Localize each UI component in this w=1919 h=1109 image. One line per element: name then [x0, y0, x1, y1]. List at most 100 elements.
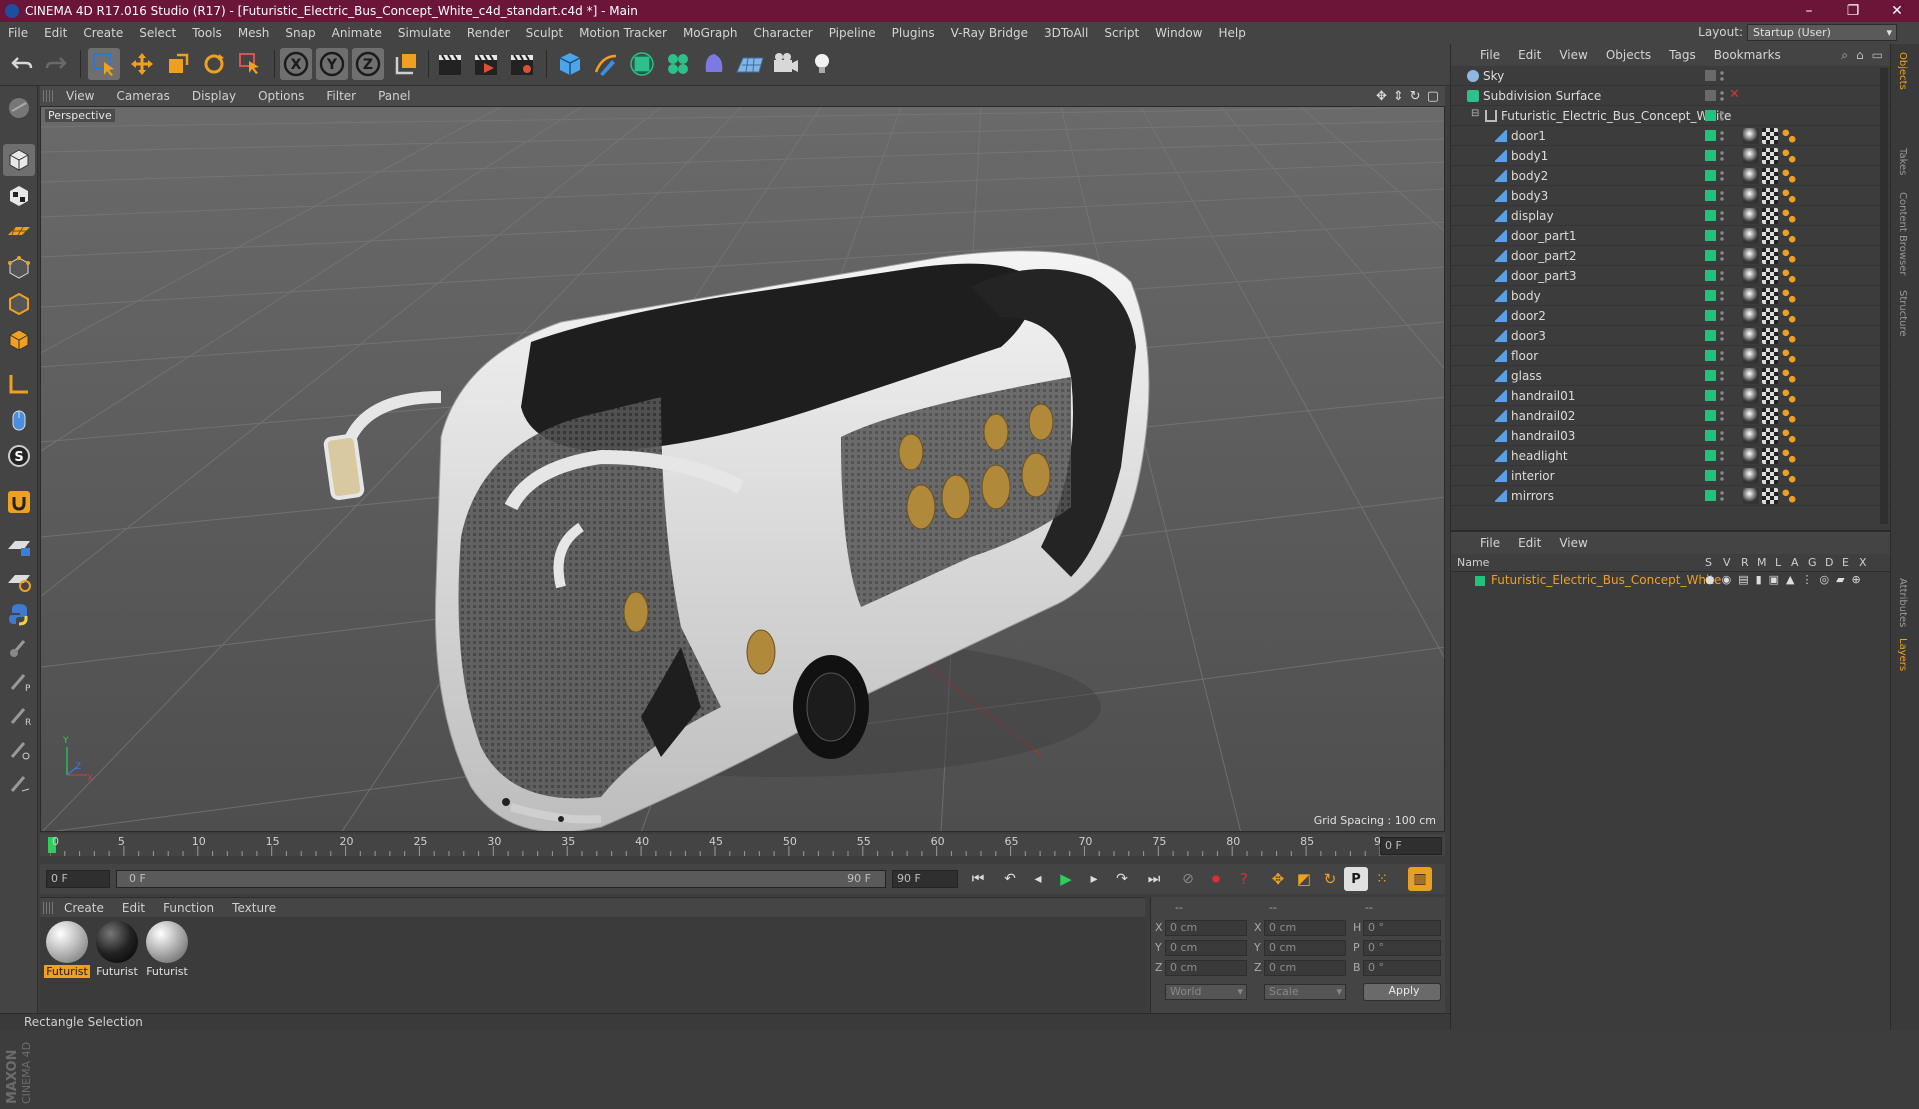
texture-tag-icon[interactable] [1762, 388, 1778, 404]
lock-workplane-button[interactable] [3, 530, 35, 562]
material-tag-icon[interactable] [1743, 288, 1759, 304]
object-list-scrollbar[interactable] [1880, 68, 1888, 524]
deformer-button[interactable] [698, 48, 730, 80]
next-key-button[interactable]: ↷ [1110, 867, 1134, 891]
previous-frame-button[interactable]: ◂ [1026, 867, 1050, 891]
object-menu-edit[interactable]: Edit [1509, 48, 1550, 62]
texture-tag-icon[interactable] [1762, 228, 1778, 244]
phong-tag-icon[interactable] [1781, 288, 1797, 304]
texture-tag-icon[interactable] [1762, 488, 1778, 504]
phong-tag-icon[interactable] [1781, 308, 1797, 324]
menu-window[interactable]: Window [1147, 26, 1210, 40]
phong-tag-icon[interactable] [1781, 448, 1797, 464]
menu-mesh[interactable]: Mesh [230, 26, 278, 40]
editor-render-dots[interactable] [1720, 69, 1724, 83]
object-row[interactable]: ⊟ Futuristic_Electric_Bus_Concept_White [1451, 106, 1891, 126]
current-frame-field[interactable]: 0 F [1380, 837, 1442, 855]
material-tag-icon[interactable] [1743, 188, 1759, 204]
phong-tag-icon[interactable] [1781, 228, 1797, 244]
autokeying-button[interactable]: ⏺ [1204, 867, 1228, 891]
material-tag-icon[interactable] [1743, 388, 1759, 404]
phong-tag-icon[interactable] [1781, 248, 1797, 264]
texture-tag-icon[interactable] [1762, 148, 1778, 164]
3d-viewport[interactable]: Y Z X Perspective Grid Spacing : 100 cm [40, 106, 1445, 832]
layer-toggle-icons[interactable]: ●◉▤▮▣▲⋮◎▰⊕ [1705, 573, 1868, 586]
object-row[interactable]: door3 [1451, 326, 1891, 346]
texture-tag-icon[interactable] [1762, 348, 1778, 364]
position-track-button[interactable]: ✥ [1266, 867, 1290, 891]
material-tag-icon[interactable] [1743, 248, 1759, 264]
menu-file[interactable]: File [0, 26, 36, 40]
menu-simulate[interactable]: Simulate [390, 26, 459, 40]
object-row[interactable]: door_part2 [1451, 246, 1891, 266]
visibility-toggle[interactable] [1705, 290, 1716, 301]
window-menu-icon[interactable]: ▭ [1868, 48, 1891, 62]
sculpt-smooth-button[interactable]: R [3, 700, 35, 732]
phong-tag-icon[interactable] [1781, 348, 1797, 364]
editor-render-dots[interactable] [1720, 189, 1724, 203]
editor-render-dots[interactable] [1720, 329, 1724, 343]
go-to-end-button[interactable]: ⏭ [1142, 867, 1166, 891]
menu-pipeline[interactable]: Pipeline [821, 26, 884, 40]
viewport-move-icon[interactable]: ✥ [1373, 89, 1390, 104]
viewport-menu-cameras[interactable]: Cameras [105, 89, 180, 103]
editor-render-dots[interactable] [1720, 129, 1724, 143]
phong-tag-icon[interactable] [1781, 468, 1797, 484]
close-button[interactable]: ✕ [1875, 3, 1919, 19]
editor-render-dots[interactable] [1720, 429, 1724, 443]
phong-tag-icon[interactable] [1781, 328, 1797, 344]
viewport-menu-filter[interactable]: Filter [315, 89, 367, 103]
sculpt-pull-button[interactable]: P [3, 666, 35, 698]
viewport-rotate-icon[interactable]: ↻ [1407, 89, 1424, 104]
object-row[interactable]: headlight [1451, 446, 1891, 466]
texture-tag-icon[interactable] [1762, 248, 1778, 264]
timeline-ruler[interactable]: 051015202530354045505560657075808590 0 F [40, 834, 1445, 856]
rotate-tool-button[interactable] [198, 48, 230, 80]
texture-tag-icon[interactable] [1762, 268, 1778, 284]
visibility-toggle[interactable] [1705, 170, 1716, 181]
point-level-button[interactable]: ⁙ [1370, 867, 1394, 891]
texture-tag-icon[interactable] [1762, 408, 1778, 424]
maximize-button[interactable]: ❐ [1831, 3, 1875, 19]
editor-render-dots[interactable] [1720, 409, 1724, 423]
texture-tag-icon[interactable] [1762, 448, 1778, 464]
material-swatch[interactable]: Futurist [144, 919, 190, 979]
coordinate-system-button[interactable] [390, 48, 422, 80]
editor-render-dots[interactable] [1720, 289, 1724, 303]
object-menu-tags[interactable]: Tags [1660, 48, 1705, 62]
home-icon[interactable]: ⌂ [1852, 48, 1868, 62]
move-tool-button[interactable] [126, 48, 158, 80]
menu-motion-tracker[interactable]: Motion Tracker [571, 26, 675, 40]
visibility-toggle[interactable] [1705, 450, 1716, 461]
object-row[interactable]: body3 [1451, 186, 1891, 206]
texture-tag-icon[interactable] [1762, 128, 1778, 144]
previous-key-button[interactable]: ↶ [998, 867, 1022, 891]
viewport-menu-options[interactable]: Options [247, 89, 315, 103]
material-menu-create[interactable]: Create [55, 901, 113, 915]
object-row[interactable]: floor [1451, 346, 1891, 366]
keyframe-selection-button[interactable]: ? [1232, 867, 1256, 891]
size-z-field[interactable]: 0 cm [1264, 960, 1346, 976]
phong-tag-icon[interactable] [1781, 208, 1797, 224]
polygons-mode-button[interactable] [3, 324, 35, 356]
magnet-button[interactable] [3, 486, 35, 518]
object-row[interactable]: door_part3 [1451, 266, 1891, 286]
visibility-toggle[interactable] [1705, 470, 1716, 481]
editor-render-dots[interactable] [1720, 469, 1724, 483]
editor-render-dots[interactable] [1720, 449, 1724, 463]
visibility-toggle[interactable] [1705, 430, 1716, 441]
visibility-toggle[interactable] [1705, 370, 1716, 381]
frame-range-slider[interactable]: 0 F 90 F [116, 870, 886, 888]
texture-tag-icon[interactable] [1762, 208, 1778, 224]
material-tag-icon[interactable] [1743, 128, 1759, 144]
texture-tag-icon[interactable] [1762, 368, 1778, 384]
viewport-zoom-icon[interactable]: ⇕ [1390, 89, 1407, 104]
texture-tag-icon[interactable] [1762, 428, 1778, 444]
x-axis-lock-button[interactable]: X [280, 48, 312, 80]
python-button[interactable] [3, 598, 35, 630]
editor-render-dots[interactable] [1720, 169, 1724, 183]
end-frame-field[interactable]: 90 F [892, 870, 958, 888]
search-icon[interactable]: ⌕ [1837, 48, 1852, 63]
editor-render-dots[interactable] [1720, 309, 1724, 323]
layer-menu-edit[interactable]: Edit [1509, 536, 1550, 550]
